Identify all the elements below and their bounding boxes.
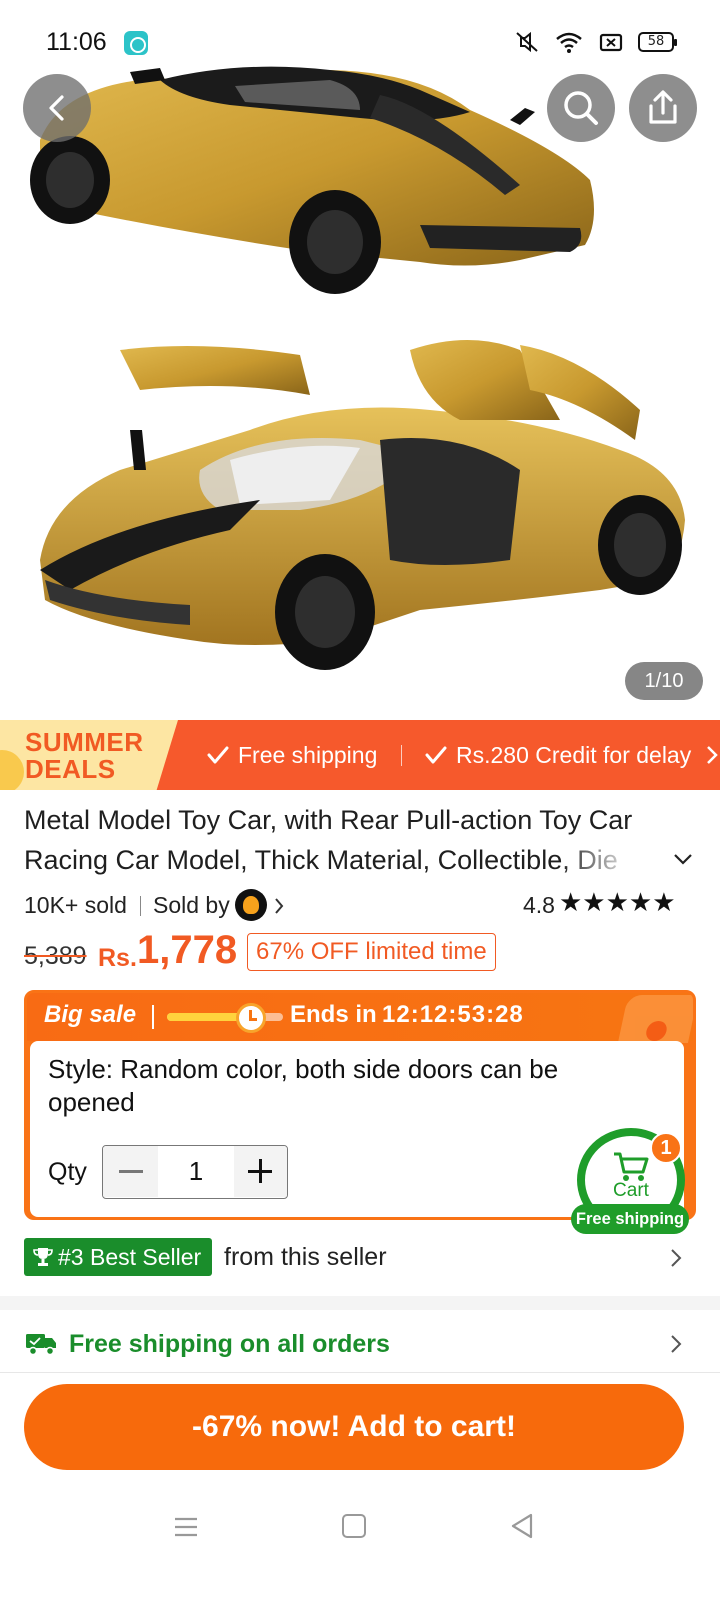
deal-credit-label: Rs.280 Credit for delay — [456, 741, 692, 768]
status-bar: 11:06 58 — [0, 0, 720, 86]
trophy-icon — [33, 1248, 53, 1266]
sale-price: 1,778 — [137, 928, 238, 972]
best-seller-label: #3 Best Seller — [58, 1244, 202, 1270]
price-currency: Rs. — [98, 944, 137, 972]
rating-stars-icon[interactable]: ★★★★★ — [559, 888, 676, 918]
product-meta-row: 10K+ sold Sold by 4.8 ★★★★★ — [24, 888, 696, 924]
qty-minus-button[interactable] — [103, 1146, 158, 1197]
sold-by-label[interactable]: Sold by — [153, 892, 230, 919]
original-price: 5,389 — [24, 942, 87, 970]
mute-icon — [516, 31, 538, 53]
status-icons: 58 — [512, 30, 677, 54]
chevron-right-icon[interactable] — [274, 896, 284, 916]
section-divider — [0, 1296, 720, 1310]
title-fade — [560, 840, 670, 880]
clock-icon — [236, 1003, 266, 1033]
nav-back-icon[interactable] — [510, 1512, 534, 1540]
home-icon[interactable] — [342, 1514, 366, 1538]
rating-value: 4.8 — [523, 892, 555, 918]
countdown-timer: 12:12:53:28 — [382, 1001, 524, 1028]
free-shipping-label: Free shipping on all orders — [69, 1330, 390, 1358]
recent-apps-icon[interactable] — [174, 1516, 198, 1538]
qty-label: Qty — [48, 1158, 87, 1186]
check-icon — [425, 746, 447, 764]
search-button[interactable] — [547, 74, 615, 142]
qty-plus-button[interactable] — [234, 1146, 287, 1197]
free-shipping-row[interactable]: Free shipping on all orders — [0, 1318, 720, 1372]
deal-credit-for-delay: Rs.280 Credit for delay — [424, 720, 691, 790]
sun-decoration-icon — [0, 750, 24, 790]
status-time: 11:06 — [46, 28, 107, 56]
quantity-stepper: 1 — [102, 1145, 288, 1199]
big-sale-title: Big sale — [44, 1001, 137, 1028]
discount-badge: 67% OFF limited time — [247, 933, 496, 971]
deal-separator — [401, 745, 402, 766]
back-button[interactable] — [23, 74, 91, 142]
cart-icon — [614, 1152, 649, 1181]
screen-record-icon — [599, 33, 623, 52]
share-button[interactable] — [629, 74, 697, 142]
car-top-view — [30, 66, 594, 294]
style-option[interactable]: Style: Random color, both side doors can… — [48, 1053, 648, 1119]
share-icon — [649, 90, 677, 124]
cart-count-badge: 1 — [650, 1132, 682, 1164]
chevron-right-icon — [671, 1335, 682, 1353]
car-doors-open-view — [40, 340, 685, 670]
seller-avatar[interactable] — [235, 889, 267, 921]
battery-icon: 58 — [638, 32, 677, 52]
deal-free-shipping-label: Free shipping — [238, 741, 378, 768]
cart-label: Cart — [613, 1180, 649, 1201]
chevron-right-icon — [707, 746, 718, 764]
truck-icon — [26, 1334, 56, 1356]
chevron-right-icon — [671, 1249, 682, 1267]
cart-free-shipping-tag: Free shipping — [571, 1204, 689, 1234]
expand-title-chevron-down-icon[interactable] — [672, 852, 694, 866]
ends-in-label: Ends in — [290, 1001, 377, 1028]
qty-value[interactable]: 1 — [158, 1146, 234, 1197]
app-notification-icon — [124, 31, 148, 55]
search-icon — [564, 91, 598, 125]
deal-free-shipping: Free shipping — [206, 720, 377, 790]
meta-separator — [140, 896, 141, 916]
deals-badge-line2: DEALS — [25, 754, 116, 784]
deals-badge-line1: SUMMER — [25, 727, 144, 757]
add-to-cart-button[interactable]: -67% now! Add to cart! — [24, 1384, 684, 1470]
best-seller-row[interactable]: #3 Best Seller from this seller — [24, 1238, 696, 1278]
summer-deals-bar[interactable]: SUMMER DEALS Free shipping Rs.280 Credit… — [0, 720, 720, 790]
sold-count: 10K+ sold — [24, 892, 127, 918]
price-row: 5,389 Rs. 1,778 67% OFF limited time — [24, 928, 696, 980]
row-divider — [0, 1372, 720, 1373]
floating-cart-button[interactable]: Cart 1 Free shipping — [571, 1128, 689, 1238]
back-icon — [49, 95, 64, 121]
check-icon — [207, 746, 229, 764]
big-sale-header: Big sale Ends in 12:12:53:28 — [27, 993, 693, 1043]
system-navigation-bar — [0, 1490, 720, 1600]
best-seller-text: from this seller — [224, 1243, 387, 1271]
image-counter: 1/10 — [625, 662, 703, 700]
summer-deals-badge: SUMMER DEALS — [0, 720, 178, 790]
sale-decoration — [617, 995, 693, 1043]
sale-separator — [152, 1005, 154, 1029]
best-seller-badge: #3 Best Seller — [24, 1238, 212, 1276]
wifi-icon — [556, 32, 582, 53]
